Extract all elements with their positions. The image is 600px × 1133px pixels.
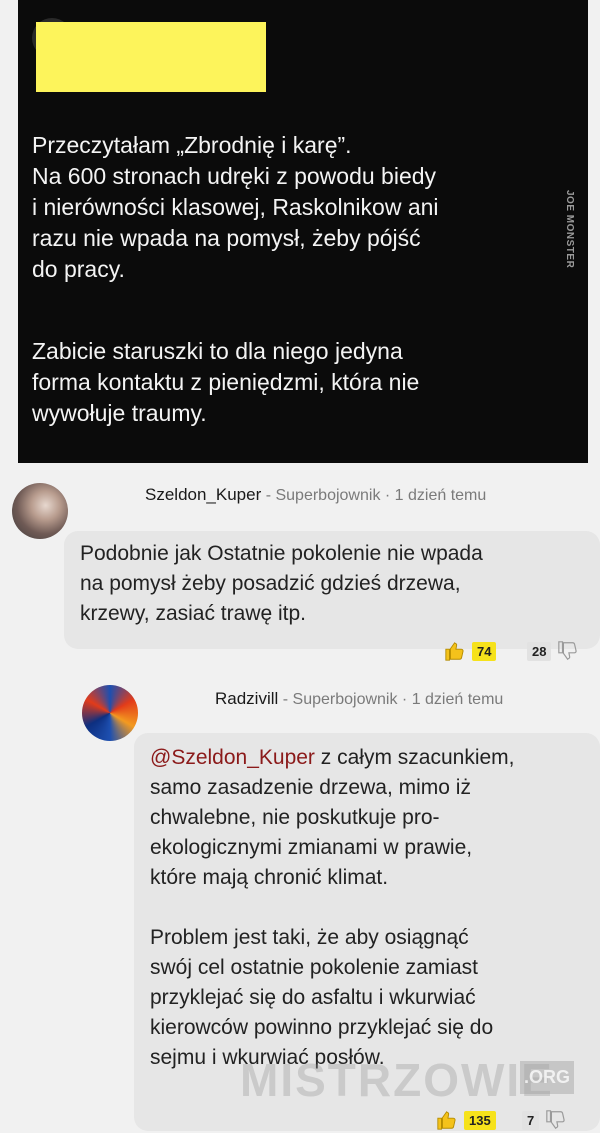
mistrzowie-watermark: MISTRZOWIE — [240, 1054, 554, 1106]
upvote-count: 74 — [472, 641, 497, 661]
downvote-count: 7 — [522, 1110, 540, 1130]
comment-author[interactable]: Radzivill — [215, 689, 278, 708]
avatar[interactable] — [12, 483, 68, 539]
vote-down-group[interactable]: 7 — [522, 1109, 567, 1131]
user-mention-link[interactable]: @Szeldon_Kuper — [150, 746, 315, 769]
vote-up-group[interactable]: 74 — [444, 640, 497, 662]
avatar[interactable] — [82, 685, 138, 741]
comment-bubble: Podobnie jak Ostatnie pokolenie nie wpad… — [64, 531, 600, 649]
joe-monster-watermark: JOE MONSTER — [564, 190, 575, 269]
thumbs-up-icon[interactable] — [444, 640, 466, 662]
vote-up-group[interactable]: 135 — [436, 1109, 496, 1131]
thumbs-down-icon[interactable] — [545, 1109, 567, 1131]
post-text-paragraph-2: Zabicie staruszki to dla niego jedyna fo… — [32, 338, 420, 426]
upvote-count: 135 — [464, 1110, 496, 1130]
comments-section: Szeldon_Kuper - Superbojownik · 1 dzień … — [0, 463, 600, 1133]
comment-meta: Szeldon_Kuper - Superbojownik · 1 dzień … — [145, 485, 486, 505]
downvote-count: 28 — [527, 641, 552, 661]
comment-rank-time: - Superbojownik · 1 dzień temu — [278, 691, 504, 708]
redacted-author-name — [36, 22, 266, 92]
comment-meta: Radzivill - Superbojownik · 1 dzień temu — [215, 689, 503, 709]
comment-rank-time: - Superbojownik · 1 dzień temu — [261, 487, 487, 504]
vote-down-group[interactable]: 28 — [527, 640, 579, 662]
comment-text: @Szeldon_Kuper z całym szacunkiem, samo … — [150, 743, 590, 1073]
comment-text: Podobnie jak Ostatnie pokolenie nie wpad… — [80, 542, 483, 625]
post-text-paragraph-1: Przeczytałam „Zbrodnię i karę”. Na 600 s… — [32, 132, 439, 282]
comment-text-body: z całym szacunkiem, samo zasadzenie drze… — [150, 746, 515, 1069]
mistrzowie-org-watermark: .ORG — [520, 1061, 575, 1094]
post-image: Przeczytałam „Zbrodnię i karę”. Na 600 s… — [18, 0, 588, 463]
comment-author[interactable]: Szeldon_Kuper — [145, 485, 261, 504]
thumbs-up-icon[interactable] — [436, 1109, 458, 1131]
thumbs-down-icon[interactable] — [557, 640, 579, 662]
